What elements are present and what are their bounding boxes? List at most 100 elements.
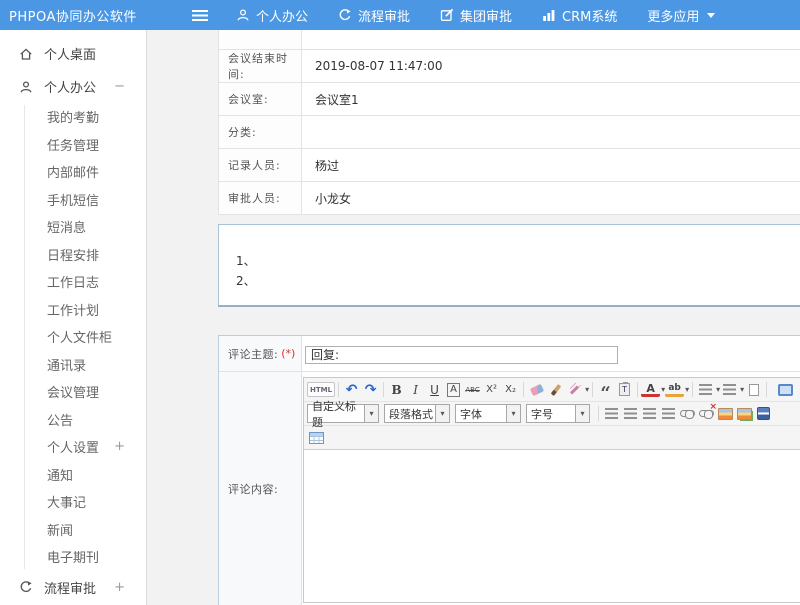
blockquote-button[interactable]: “	[596, 380, 615, 399]
font-border-button[interactable]: A	[444, 380, 463, 399]
sidebar-item-tasks[interactable]: 任务管理	[0, 131, 146, 159]
magic-wand-icon[interactable]	[565, 380, 584, 399]
unordered-list-icon[interactable]	[720, 380, 739, 399]
required-mark: (*)	[281, 347, 295, 360]
sidebar-item-notifications[interactable]: 通知	[0, 461, 146, 489]
nav-group-approval[interactable]: 集团审批	[440, 6, 512, 25]
field-label: 记录人员:	[219, 149, 302, 181]
sidebar-item-label: 个人办公	[44, 77, 96, 96]
align-center-icon[interactable]	[621, 404, 640, 423]
format-painter-icon[interactable]	[546, 380, 565, 399]
comment-form: 评论主题: (*) 评论内容: HTML ↶ ↷	[218, 335, 800, 605]
sidebar-item-e-journal[interactable]: 电子期刊	[0, 543, 146, 571]
nav-crm-system[interactable]: CRM系统	[542, 6, 617, 25]
sidebar-item-file-cabinet[interactable]: 个人文件柜	[0, 323, 146, 351]
table-icon[interactable]	[307, 428, 326, 447]
italic-button[interactable]: I	[406, 380, 425, 399]
editor-content-area[interactable]	[304, 450, 800, 602]
paste-icon[interactable]	[615, 380, 634, 399]
font-size-select[interactable]: 字号▾	[526, 404, 590, 423]
field-value: 杨过	[302, 149, 800, 181]
paragraph-format-select[interactable]: 段落格式▾	[384, 404, 450, 423]
field-label: 分类:	[219, 116, 302, 148]
justify-icon[interactable]	[659, 404, 678, 423]
highlight-button[interactable]: ab	[665, 382, 684, 397]
caret-down-icon[interactable]: ▾	[585, 385, 589, 394]
caret-down-icon[interactable]: ▾	[685, 385, 689, 394]
underline-button[interactable]: U	[425, 380, 444, 399]
sidebar-item-work-plan[interactable]: 工作计划	[0, 296, 146, 324]
font-color-button[interactable]: A	[641, 382, 660, 397]
sidebar-item-contacts[interactable]: 通讯录	[0, 351, 146, 379]
editor-toolbar-row3	[304, 426, 800, 450]
strikethrough-button[interactable]: ABC	[463, 380, 482, 399]
sidebar-item-work-log[interactable]: 工作日志	[0, 268, 146, 296]
eraser-icon[interactable]	[527, 380, 546, 399]
sidebar-item-label: 流程审批	[44, 578, 96, 597]
ordered-list-icon[interactable]	[696, 380, 715, 399]
caret-down-icon	[707, 13, 715, 18]
expand-icon[interactable]: +	[114, 580, 125, 595]
field-value	[302, 116, 800, 148]
field-value: 会议室1	[302, 83, 800, 115]
comment-content-label: 评论内容:	[219, 372, 302, 605]
sidebar-item-news[interactable]: 新闻	[0, 516, 146, 544]
align-right-icon[interactable]	[640, 404, 659, 423]
nav-personal-office[interactable]: 个人办公	[236, 6, 308, 25]
sidebar-item-attendance[interactable]: 我的考勤	[0, 103, 146, 131]
sidebar-item-short-message[interactable]: 短消息	[0, 213, 146, 241]
comment-content-row: 评论内容: HTML ↶ ↷ B I U A ABC	[219, 372, 800, 605]
comment-subject-label: 评论主题: (*)	[219, 336, 302, 371]
table-row: 记录人员: 杨过	[219, 149, 800, 182]
sidebar-item-personal-office[interactable]: 个人办公 −	[0, 70, 146, 103]
nav-workflow-approval[interactable]: 流程审批	[338, 6, 410, 25]
table-row: 审批人员: 小龙女	[219, 182, 800, 215]
source-button[interactable]: HTML	[307, 382, 335, 397]
note-line: 1、	[236, 251, 800, 271]
redo-icon[interactable]: ↷	[361, 380, 380, 399]
collapse-icon[interactable]: −	[114, 79, 125, 94]
sidebar-item-desktop[interactable]: 个人桌面	[0, 37, 146, 70]
sidebar-item-internal-mail[interactable]: 内部邮件	[0, 158, 146, 186]
media-icon[interactable]	[754, 404, 773, 423]
caret-down-icon[interactable]: ▾	[576, 404, 590, 423]
nav-label: 集团审批	[460, 6, 512, 25]
top-nav: 个人办公 流程审批 集团审批 CRM系统 更多应用	[236, 6, 715, 25]
sidebar-item-meetings[interactable]: 会议管理	[0, 378, 146, 406]
align-left-icon[interactable]	[602, 404, 621, 423]
meeting-detail-table: 会议结束时间: 2019-08-07 11:47:00 会议室: 会议室1 分类…	[218, 30, 800, 215]
field-value: 小龙女	[302, 182, 800, 214]
subscript-button[interactable]: X₂	[501, 380, 520, 399]
caret-down-icon[interactable]: ▾	[507, 404, 521, 423]
screenshot-icon[interactable]	[735, 404, 754, 423]
new-document-icon[interactable]	[744, 380, 763, 399]
image-icon[interactable]	[716, 404, 735, 423]
nav-label: CRM系统	[562, 6, 617, 25]
sidebar-item-schedule[interactable]: 日程安排	[0, 241, 146, 269]
sidebar-item-sms[interactable]: 手机短信	[0, 186, 146, 214]
unlink-icon[interactable]	[697, 404, 716, 423]
menu-icon[interactable]	[192, 10, 208, 21]
fullscreen-icon[interactable]	[776, 380, 795, 399]
editor-toolbar-row1: HTML ↶ ↷ B I U A ABC X² X₂	[304, 378, 800, 402]
field-label: 审批人员:	[219, 182, 302, 214]
superscript-button[interactable]: X²	[482, 380, 501, 399]
bold-button[interactable]: B	[387, 380, 406, 399]
sidebar-item-workflow-approval[interactable]: 流程审批 +	[0, 571, 146, 604]
person-icon	[19, 80, 33, 94]
app-brand: PHPOA协同办公软件	[0, 6, 192, 25]
caret-down-icon[interactable]: ▾	[365, 404, 379, 423]
caret-down-icon[interactable]: ▾	[436, 404, 450, 423]
nav-label: 更多应用	[647, 6, 699, 25]
heading-select[interactable]: 自定义标题▾	[307, 404, 379, 423]
nav-more-apps[interactable]: 更多应用	[647, 6, 715, 25]
sidebar-item-personal-settings[interactable]: 个人设置+	[0, 433, 146, 461]
sidebar-item-milestones[interactable]: 大事记	[0, 488, 146, 516]
comment-subject-input[interactable]	[305, 346, 618, 364]
undo-icon[interactable]: ↶	[342, 380, 361, 399]
font-family-select[interactable]: 字体▾	[455, 404, 521, 423]
expand-icon[interactable]: +	[114, 439, 125, 454]
meeting-notes-box[interactable]: 1、 2、	[218, 224, 800, 307]
sidebar-item-announcement[interactable]: 公告	[0, 406, 146, 434]
link-icon[interactable]	[678, 404, 697, 423]
